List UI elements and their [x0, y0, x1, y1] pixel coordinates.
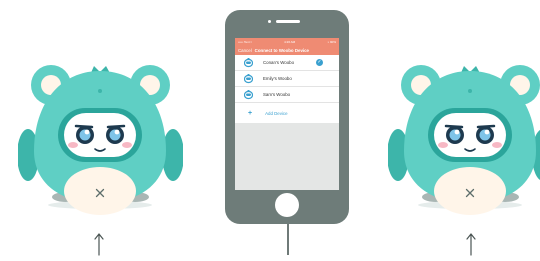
- cancel-button[interactable]: Cancel: [238, 48, 252, 53]
- page-title: Connect to Woobo Device: [254, 47, 309, 53]
- device-row-conan[interactable]: Conan's Woobo ✓: [235, 55, 339, 71]
- arrow-up-icon: [93, 232, 105, 256]
- woobo-robot-illustration: [18, 65, 183, 215]
- arrow-up-icon: [465, 232, 477, 256]
- status-time: 4:26 AM: [284, 39, 296, 44]
- battery-status: ◗ 90%: [327, 39, 336, 44]
- check-circle-icon: ✓: [316, 59, 323, 66]
- woobo-robot-illustration: [388, 65, 540, 215]
- woobo-device-icon: [244, 57, 253, 67]
- device-row-emily[interactable]: Emily's Woobo: [235, 71, 339, 87]
- phone-speaker: [276, 20, 300, 23]
- device-name: Sam's Woobo: [263, 92, 291, 97]
- carrier-signal: ••••• Text ≈: [238, 39, 253, 44]
- woobo-robot-left: [18, 55, 183, 215]
- woobo-robot-right: [388, 55, 540, 215]
- home-button[interactable]: [275, 193, 299, 217]
- phone-connector-line: [287, 224, 289, 255]
- woobo-device-icon: [244, 73, 253, 83]
- camera-dot: [268, 20, 271, 23]
- phone-screen: ••••• Text ≈ 4:26 AM ◗ 90% Cancel Connec…: [235, 38, 339, 190]
- woobo-device-icon: [244, 89, 253, 99]
- nav-bar: Cancel Connect to Woobo Device: [235, 45, 339, 55]
- device-list: Conan's Woobo ✓ Emily's Woobo Sam's Woob…: [235, 55, 339, 123]
- plus-icon: +: [248, 109, 253, 117]
- phone-device: ••••• Text ≈ 4:26 AM ◗ 90% Cancel Connec…: [225, 10, 349, 224]
- device-name: Emily's Woobo: [263, 76, 292, 81]
- device-name: Conan's Woobo: [263, 60, 295, 65]
- status-bar: ••••• Text ≈ 4:26 AM ◗ 90%: [235, 38, 339, 45]
- add-device-button[interactable]: + Add Device: [235, 103, 339, 123]
- add-device-label: Add Device: [265, 110, 288, 116]
- device-row-sam[interactable]: Sam's Woobo: [235, 87, 339, 103]
